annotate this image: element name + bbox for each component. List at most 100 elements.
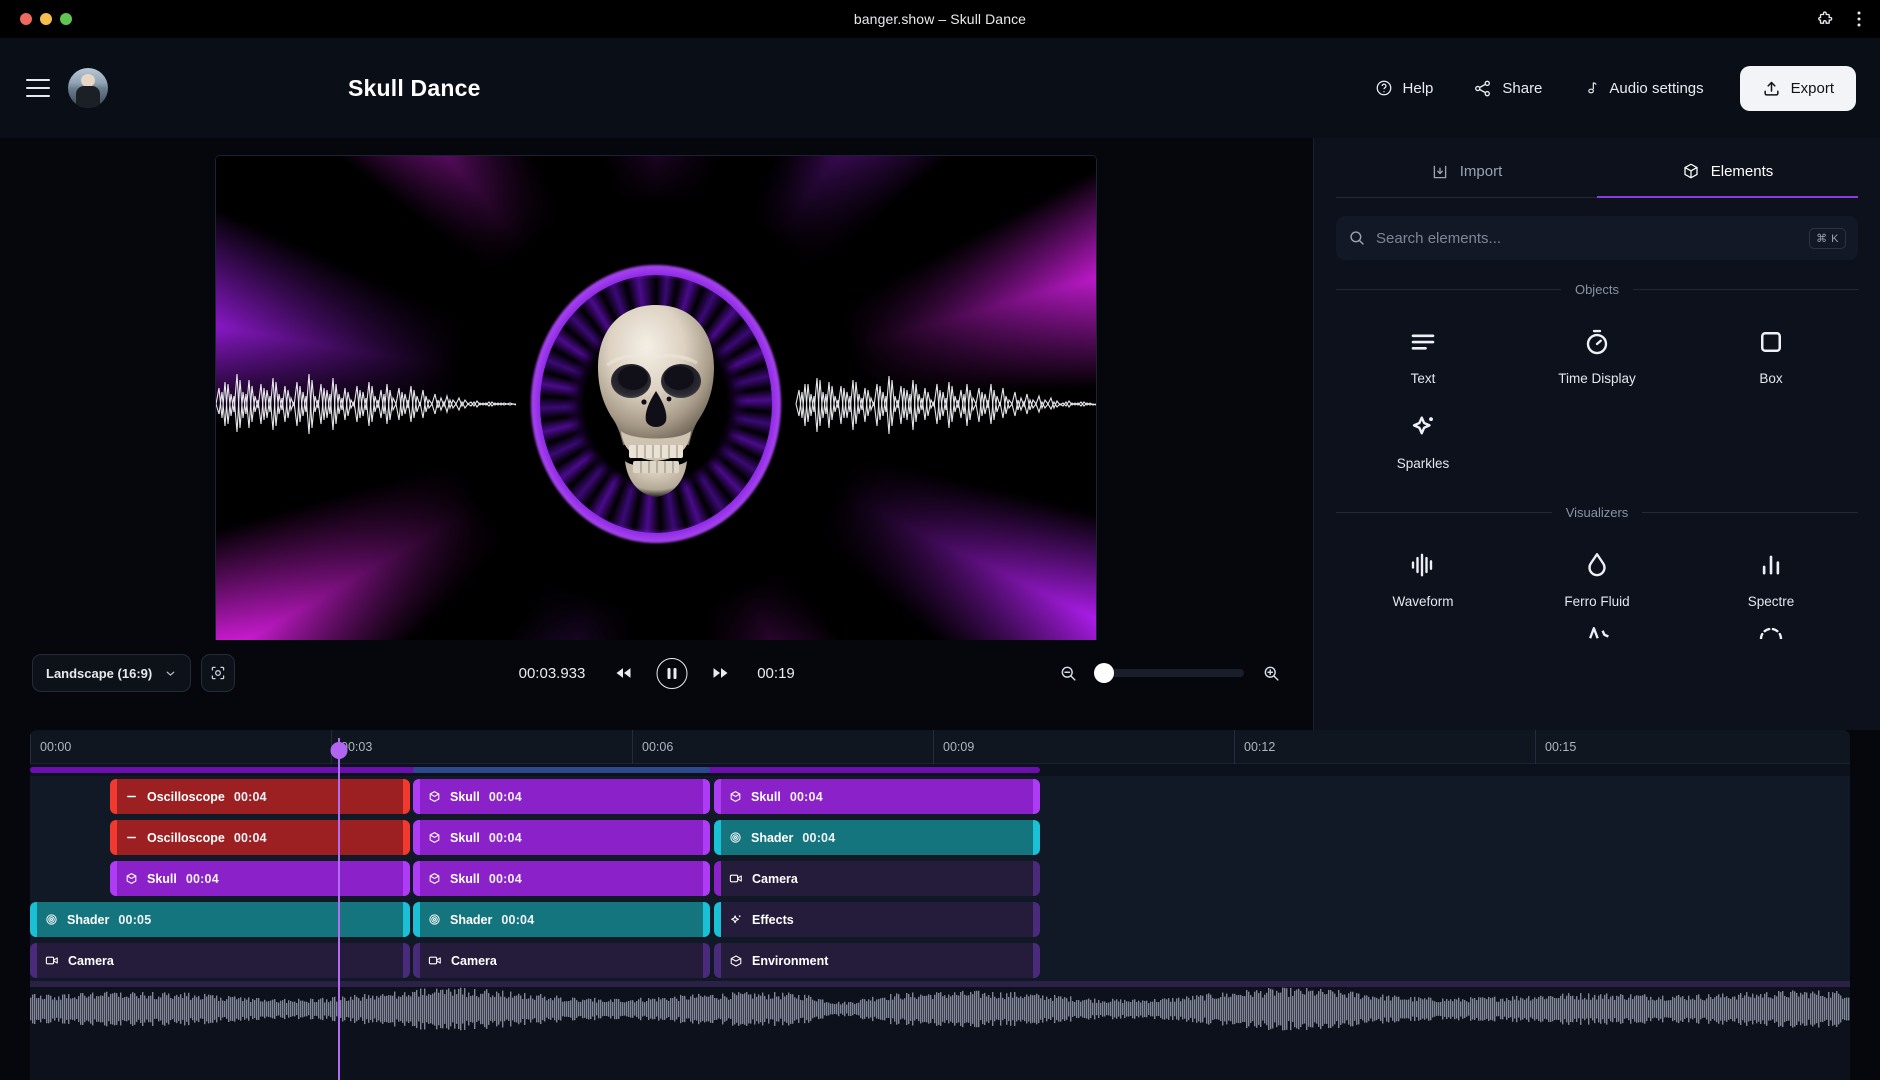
element-card-partial-1[interactable] [1510, 623, 1684, 647]
clip-handle-right[interactable] [403, 861, 410, 896]
tab-import[interactable]: Import [1336, 146, 1597, 198]
rewind-button[interactable] [612, 663, 634, 683]
element-card-sparkles[interactable]: Sparkles [1336, 398, 1510, 479]
overview-bar-blue[interactable] [413, 767, 710, 773]
square-icon [1756, 327, 1786, 357]
tab-elements[interactable]: Elements [1597, 146, 1858, 198]
timeline-clip[interactable]: Skull 00:04 [413, 779, 710, 814]
bar-levels-icon [1756, 550, 1786, 580]
clip-handle-right[interactable] [703, 820, 710, 855]
music-note-icon [1582, 79, 1599, 97]
clip-handle-right[interactable] [1033, 820, 1040, 855]
clip-label: Oscilloscope 00:04 [110, 831, 267, 845]
search-input[interactable] [1376, 230, 1799, 247]
ruler-tick: 00:03 [331, 730, 372, 764]
puzzle-piece-icon[interactable] [1816, 10, 1834, 28]
aspect-ratio-value: Landscape (16:9) [46, 666, 152, 681]
audio-settings-button[interactable]: Audio settings [1562, 69, 1723, 107]
clip-handle-right[interactable] [1033, 943, 1040, 978]
element-card-waveform[interactable]: Waveform [1336, 536, 1510, 617]
timeline-inner: 00:00 00:03 00:06 00:09 00:12 00:15 [30, 730, 1850, 1080]
timeline-track[interactable]: Shader 00:05 Shader 00:04 [30, 899, 1850, 940]
timeline-clip[interactable]: Shader 00:04 [413, 902, 710, 937]
zoom-slider[interactable] [1096, 669, 1244, 677]
section-header-objects: Objects [1336, 282, 1858, 297]
clip-handle-right[interactable] [703, 861, 710, 896]
clip-handle-right[interactable] [1033, 902, 1040, 937]
zoom-in-icon[interactable] [1262, 664, 1281, 683]
tab-elements-label: Elements [1711, 163, 1774, 180]
zoom-slider-thumb[interactable] [1094, 663, 1114, 683]
search-elements-box[interactable]: ⌘ K [1336, 216, 1858, 260]
browser-title-bar: banger.show – Skull Dance [0, 0, 1880, 38]
timeline-clip[interactable]: Oscilloscope 00:04 [110, 779, 410, 814]
timeline-clip[interactable]: Shader 00:05 [30, 902, 410, 937]
timeline-clip[interactable]: Camera [413, 943, 710, 978]
skull-model [581, 299, 731, 509]
forward-button[interactable] [709, 663, 731, 683]
clip-handle-right[interactable] [1033, 861, 1040, 896]
search-icon [1348, 229, 1366, 247]
timeline-ruler[interactable]: 00:00 00:03 00:06 00:09 00:12 00:15 [30, 730, 1850, 764]
timeline-clip[interactable]: Environment [714, 943, 1040, 978]
avatar[interactable] [68, 68, 108, 108]
element-card-time-display[interactable]: Time Display [1510, 313, 1684, 394]
clip-handle-right[interactable] [403, 943, 410, 978]
clip-handle-right[interactable] [403, 779, 410, 814]
timeline-track[interactable]: Skull 00:04 Skull 00:04 [30, 858, 1850, 899]
timeline-clip[interactable]: Skull 00:04 [714, 779, 1040, 814]
element-card-partial-2[interactable] [1684, 623, 1858, 647]
share-button[interactable]: Share [1453, 69, 1562, 108]
timeline-track[interactable]: Oscilloscope 00:04 Skull 00:04 [30, 776, 1850, 817]
cube-icon [729, 790, 742, 803]
timeline-clip[interactable]: Skull 00:04 [413, 820, 710, 855]
element-card-ferro-fluid[interactable]: Ferro Fluid [1510, 536, 1684, 617]
clip-handle-right[interactable] [703, 943, 710, 978]
clip-name: Skull [450, 831, 480, 845]
clip-handle-right[interactable] [403, 902, 410, 937]
clip-label: Camera [714, 872, 807, 886]
timeline-clip[interactable]: Camera [30, 943, 410, 978]
element-card-box[interactable]: Box [1684, 313, 1858, 394]
cube-icon [428, 831, 441, 844]
element-card-text[interactable]: Text [1336, 313, 1510, 394]
clip-label: Skull 00:04 [413, 790, 522, 804]
audio-waveform [30, 985, 1850, 1037]
timeline-clip[interactable]: Oscilloscope 00:04 [110, 820, 410, 855]
preview-canvas[interactable] [216, 156, 1096, 652]
clip-name: Effects [752, 913, 794, 927]
timeline-clip[interactable]: Skull 00:04 [110, 861, 410, 896]
clip-handle-right[interactable] [1033, 779, 1040, 814]
timeline-track[interactable]: Oscilloscope 00:04 Skull 00:04 [30, 817, 1850, 858]
timeline-overview-scrollbar[interactable] [30, 764, 1850, 776]
clip-handle-right[interactable] [703, 902, 710, 937]
timeline-clip[interactable]: Effects [714, 902, 1040, 937]
share-nodes-icon [1473, 79, 1492, 98]
pause-icon [667, 668, 676, 679]
export-button[interactable]: Export [1740, 66, 1856, 111]
clip-label: Skull 00:04 [413, 831, 522, 845]
help-button[interactable]: Help [1355, 69, 1454, 107]
dashed-circle-icon [1756, 625, 1786, 639]
clip-name: Skull [751, 790, 781, 804]
share-label: Share [1502, 80, 1542, 97]
minus-icon [125, 790, 138, 803]
timeline-track[interactable]: Camera Camera [30, 940, 1850, 981]
clip-label: Skull 00:04 [714, 790, 823, 804]
timeline-clip[interactable]: Shader 00:04 [714, 820, 1040, 855]
audio-waveform-track[interactable] [30, 981, 1850, 1037]
clip-handle-right[interactable] [403, 820, 410, 855]
clip-handle-right[interactable] [703, 779, 710, 814]
timeline-tracks: Oscilloscope 00:04 Skull 00:04 [30, 776, 1850, 1037]
timeline-clip[interactable]: Skull 00:04 [413, 861, 710, 896]
zoom-out-icon[interactable] [1059, 664, 1078, 683]
timeline-clip[interactable]: Camera [714, 861, 1040, 896]
element-card-spectre[interactable]: Spectre [1684, 536, 1858, 617]
divider-right [1633, 289, 1858, 290]
aspect-ratio-select[interactable]: Landscape (16:9) [32, 654, 191, 692]
import-download-icon [1431, 163, 1449, 181]
fit-to-frame-icon[interactable] [201, 654, 235, 692]
vertical-dots-icon[interactable] [1852, 10, 1866, 28]
hamburger-icon[interactable] [26, 79, 50, 97]
pause-button[interactable] [656, 658, 687, 689]
